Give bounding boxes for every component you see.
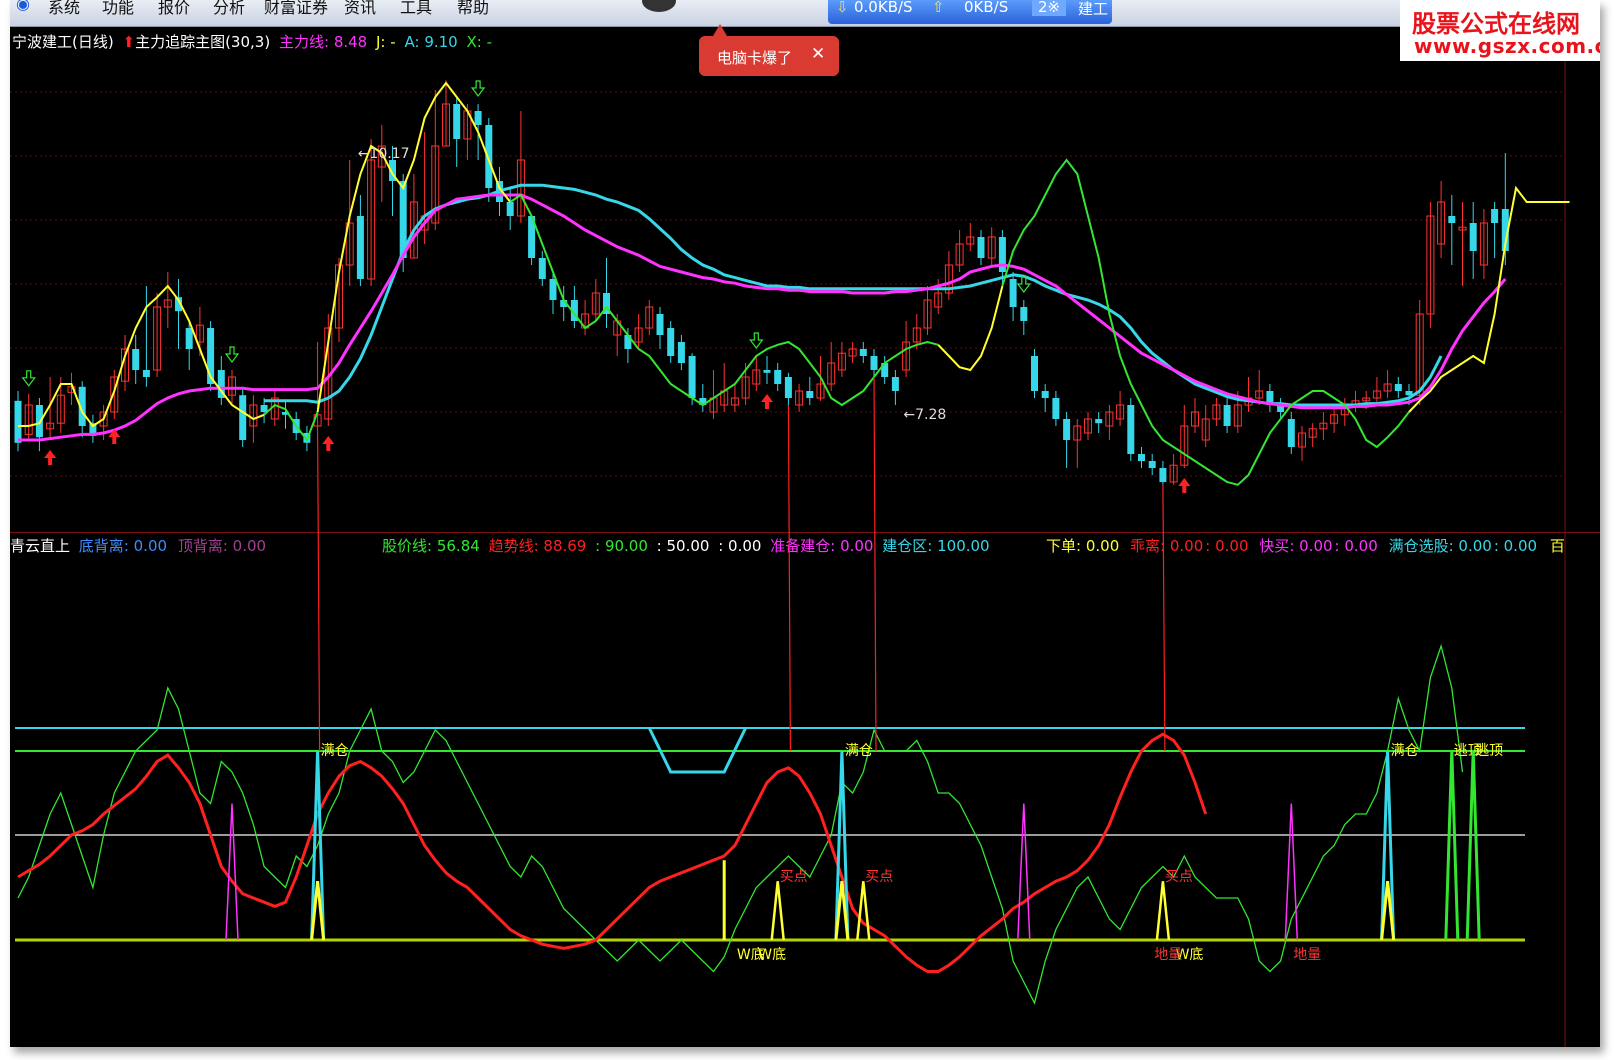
w-bottom-label: W底 [758,947,786,963]
candle-body [1041,391,1049,398]
close-icon[interactable]: ✕ [811,44,825,64]
candle-body [774,370,782,384]
watermark-logo: 股票公式在线网 www.gszx.com.cn [1400,0,1600,61]
candle-body [859,349,867,356]
candle-body [356,216,364,279]
full-position-label: 满仓 [845,743,873,759]
trend-line [17,732,1208,973]
signal-link-line [873,376,877,752]
candle-body [891,377,899,391]
prep-spike [1017,803,1031,941]
candle-body [506,202,514,216]
escape-top-spike [1444,750,1460,941]
buy-point-spike [1155,881,1171,941]
buy-point-label: 买点 [865,869,893,885]
full-position-label: 满仓 [321,743,349,759]
buy-point-label: 买点 [780,869,808,885]
candle-body [1031,356,1038,391]
candle-body [185,328,193,349]
buy-arrow-icon [761,394,773,409]
price-annotation: ←10.17 [358,146,410,162]
candle-body [1223,405,1231,426]
candle-body [1138,454,1145,461]
candle-body [677,342,685,363]
candle-body [977,237,985,258]
candle-body [1095,419,1103,424]
candle-body [1469,223,1477,251]
low-volume-label: 地量 [1293,947,1321,963]
series-j-line [1408,185,1570,413]
low-volume-label: 地量 [1154,947,1182,963]
candle-body [1394,384,1402,391]
escape-top-spike [1465,750,1481,941]
candle-body [549,279,557,300]
buy-arrow-icon [1178,478,1191,493]
candle-body [260,405,268,412]
candle-body [485,125,493,188]
candle-body [1020,307,1028,321]
chart-window: ◉ 系统 功能 报价 分析 财富证券 资讯 工具 帮助 ⇩ 0.0KB/S ⇧ … [10,0,1600,1047]
buy-arrow-icon [44,450,57,465]
candle-body [1052,398,1060,419]
candle-body [1063,419,1071,440]
series-x-line [263,403,319,443]
buy-point-label: 买点 [1165,869,1193,885]
candle-body [35,405,43,438]
sell-arrow-icon [749,332,764,349]
signal-link-line [1162,484,1166,752]
candle-body [763,370,771,373]
candle-body [667,328,675,356]
series-a-line [264,183,1443,407]
sell-arrow-icon [224,346,240,363]
buy-point-spike [856,881,871,941]
toast-notification: 电脑卡爆了 ✕ [699,24,839,76]
candle-body [656,314,664,335]
series-j-line [937,285,1004,372]
buy-arrow-icon [322,436,335,451]
candle-body [1448,216,1456,223]
candle-body [1159,468,1167,482]
candle-body [132,349,140,370]
escape-top-label: 逃顶 [1475,743,1503,759]
candle-body [870,356,878,370]
candle-body [806,391,814,398]
candle-body [538,258,546,279]
sell-arrow-icon [21,370,36,387]
candle-body [1287,419,1295,447]
candle-body [784,377,792,398]
signal-link-line [787,404,792,752]
buy-point-spike [770,881,785,941]
sell-arrow-icon [470,80,486,97]
candle-body [474,111,482,125]
candle-body [1148,461,1156,468]
chart-canvas: ←10.17←7.28满仓 满仓 满仓买点 买点 买点W底W底 W底地量 地量逃顶逃顶 [10,30,1570,1047]
signal-link-line [317,432,321,752]
candle-body [688,356,696,398]
watermark-line2: www.gszx.com.cn [1414,34,1600,58]
candle-body [1009,279,1017,307]
candle-body [1127,405,1135,454]
candle-body [1491,209,1499,223]
candle-body [239,395,247,440]
candle-body [142,370,150,377]
prep-spike [225,803,239,941]
candle-body [1405,391,1413,396]
candle-body [453,104,461,139]
toast-pointer [713,24,727,36]
toast-message: 电脑卡爆了 [717,49,793,67]
candle-body [14,400,22,443]
price-annotation: ←7.28 [903,407,946,423]
full-position-label: 满仓 [1391,743,1419,759]
